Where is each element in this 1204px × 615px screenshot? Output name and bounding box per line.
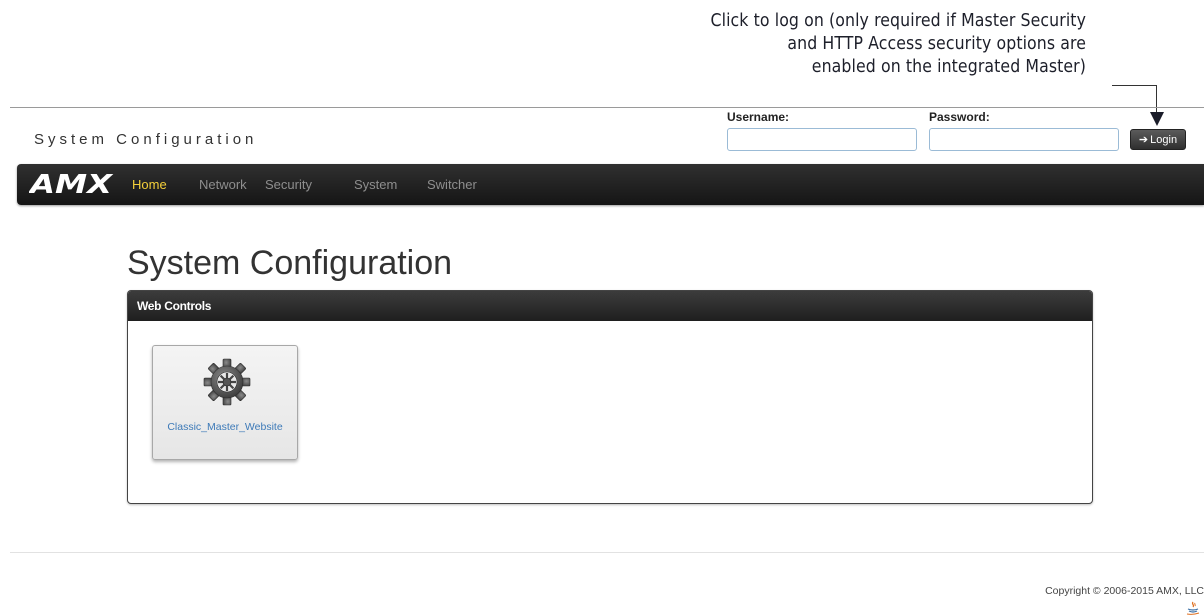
callout-line-2: and HTTP Access security options are — [787, 34, 1086, 54]
callout-leader-horizontal — [1112, 85, 1157, 86]
gear-icon — [203, 358, 251, 406]
username-label: Username: — [727, 110, 790, 124]
callout-arrow-icon — [1150, 112, 1164, 126]
login-button-label: Login — [1150, 133, 1178, 146]
main-navbar: AMX Home Network Security System Switche… — [17, 164, 1204, 205]
password-label: Password: — [929, 110, 990, 124]
header-divider — [10, 107, 1204, 108]
nav-home[interactable]: Home — [132, 177, 167, 192]
footer-divider — [10, 552, 1204, 553]
java-icon — [1186, 601, 1200, 615]
classic-master-website-tile[interactable]: Classic_Master_Website — [152, 345, 298, 460]
callout-line-1: Click to log on (only required if Master… — [710, 11, 1086, 31]
callout-leader-vertical — [1156, 85, 1157, 113]
tile-label[interactable]: Classic_Master_Website — [153, 421, 297, 433]
amx-logo[interactable]: AMX — [29, 170, 115, 198]
login-icon: ➔ — [1138, 134, 1149, 146]
username-input[interactable] — [727, 128, 917, 151]
nav-system[interactable]: System — [354, 177, 397, 192]
login-callout: Click to log on (only required if Master… — [640, 10, 1086, 79]
web-controls-panel: Web Controls Classic_Master_Website — [127, 290, 1093, 504]
panel-title: Web Controls — [128, 291, 1092, 321]
callout-line-3: enabled on the integrated Master) — [811, 57, 1086, 77]
copyright-text: Copyright © 2006-2015 AMX, LLC — [1045, 585, 1204, 597]
app-title: System Configuration — [34, 131, 258, 148]
page-title: System Configuration — [127, 244, 453, 282]
password-input[interactable] — [929, 128, 1119, 151]
nav-network[interactable]: Network — [199, 177, 247, 192]
login-button[interactable]: ➔ Login — [1130, 129, 1186, 150]
nav-security[interactable]: Security — [265, 177, 312, 192]
nav-switcher[interactable]: Switcher — [427, 177, 477, 192]
amx-logo-text: AMX — [29, 170, 114, 198]
